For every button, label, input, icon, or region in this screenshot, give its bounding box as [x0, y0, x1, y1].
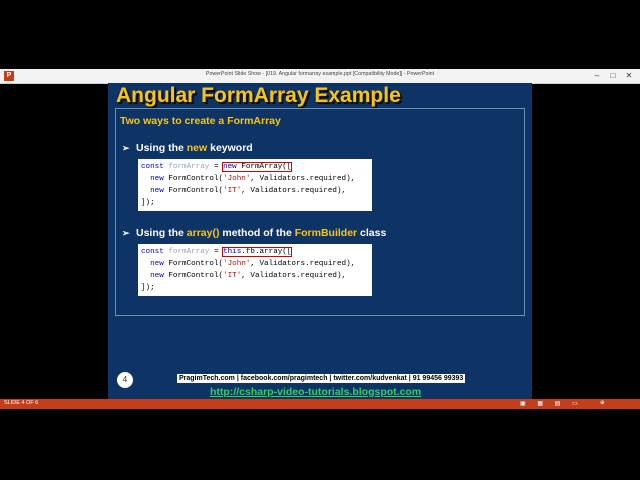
code-line: new FormControl('John', Validators.requi… [150, 260, 356, 268]
view-buttons[interactable]: ▣ ▦ ▤ ▭ [520, 400, 583, 407]
content-box: Two ways to create a FormArray ➢ Using th… [115, 108, 525, 316]
bullet-highlight: array() [186, 227, 220, 239]
close-button[interactable]: ✕ [622, 69, 636, 83]
slide-title: Angular FormArray Example [116, 84, 401, 107]
code-line: new FormControl('IT', Validators.require… [150, 272, 347, 280]
zoom-icon[interactable]: ⊕ [600, 400, 605, 406]
bullet-text: Using the [136, 227, 187, 239]
code-line: new FormControl('John', Validators.requi… [150, 175, 356, 183]
highlight-box: new FormArray([ [222, 162, 293, 172]
slide-page-number: 4 [117, 372, 133, 388]
window-titlebar: P PowerPoint Slide Show - [019. Angular … [0, 69, 640, 84]
bullet-array-method: ➢ Using the array() method of the FormBui… [122, 227, 386, 239]
bullet-new-keyword: ➢ Using the new keyword [122, 142, 253, 154]
footer-contact-info: PragimTech.com | facebook.com/pragimtech… [177, 374, 466, 383]
bullet-text: keyword [207, 142, 253, 154]
code-block-formbuilder: const formArray = this.fb.array([ new Fo… [138, 244, 372, 296]
slide[interactable]: Angular FormArray Example Two ways to cr… [108, 83, 532, 399]
slide-counter: SLIDE 4 OF 6 [4, 400, 39, 406]
minimize-button[interactable]: – [590, 69, 604, 83]
code-line: const formArray = new FormArray([ [141, 162, 293, 172]
code-line: ]); [141, 199, 155, 207]
bullet-highlight: FormBuilder [294, 227, 358, 239]
highlight-box: this.fb.array([ [222, 247, 293, 257]
window-title: PowerPoint Slide Show - [019. Angular fo… [205, 71, 435, 77]
bullet-highlight: new [186, 142, 208, 154]
arrow-bullet-icon: ➢ [122, 228, 130, 238]
bullet-text: class [357, 227, 387, 239]
arrow-bullet-icon: ➢ [122, 143, 130, 153]
code-line: ]); [141, 284, 155, 292]
maximize-button[interactable]: □ [606, 69, 620, 83]
bullet-text: method of the [219, 227, 295, 239]
code-block-new: const formArray = new FormArray([ new Fo… [138, 159, 372, 211]
slideshow-statusbar: SLIDE 4 OF 6 ▣ ▦ ▤ ▭ ⊕ [0, 399, 640, 409]
slide-subtitle: Two ways to create a FormArray [120, 115, 281, 127]
footer-link[interactable]: http://csharp-video-tutorials.blogspot.c… [210, 386, 421, 398]
code-line: const formArray = this.fb.array([ [141, 247, 293, 257]
bullet-text: Using the [136, 142, 187, 154]
code-line: new FormControl('IT', Validators.require… [150, 187, 347, 195]
